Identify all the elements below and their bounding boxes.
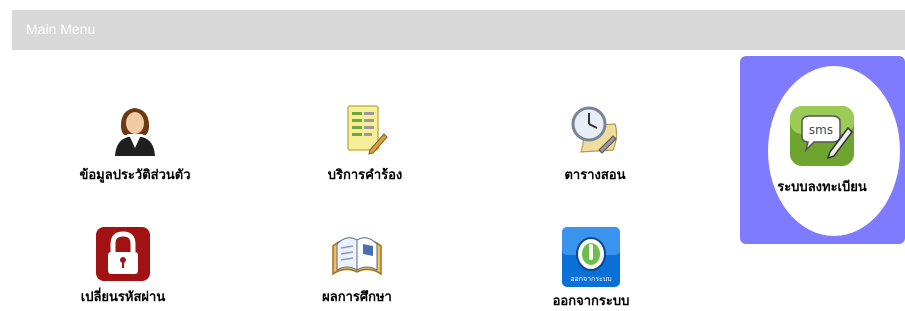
power-button-icon: ออกจากระบบ <box>562 227 620 287</box>
menu-item-password[interactable]: เปลี่ยนรหัสผ่าน <box>28 226 218 307</box>
menu-item-register-label: ระบบลงทะเบียน <box>777 180 867 195</box>
main-menu-header: Main Menu <box>12 10 905 50</box>
logout-icon-caption: ออกจากระบบ <box>570 275 611 283</box>
menu-item-password-label: เปลี่ยนรหัสผ่าน <box>80 290 166 305</box>
menu-item-profile-label: ข้อมูลประวัติส่วนตัว <box>79 168 191 183</box>
header-title: Main Menu <box>26 21 96 37</box>
clock-scroll-icon <box>571 106 618 154</box>
svg-text:sms: sms <box>809 123 833 137</box>
menu-item-profile[interactable]: ข้อมูลประวัติส่วนตัว <box>40 104 230 185</box>
lock-icon <box>96 227 150 281</box>
sms-icon: sms <box>790 106 854 166</box>
open-book-icon <box>332 237 382 276</box>
menu-item-grades[interactable]: ผลการศึกษา <box>262 226 452 307</box>
document-pencil-icon <box>347 105 388 155</box>
menu-item-request-label: บริการคำร้อง <box>327 168 403 183</box>
menu-item-schedule[interactable]: ตารางสอน <box>500 104 690 185</box>
menu-item-register[interactable]: sms ระบบลงทะเบียน <box>738 104 905 197</box>
menu-item-grades-label: ผลการศึกษา <box>322 290 392 305</box>
menu-item-request[interactable]: บริการคำร้อง <box>270 104 460 185</box>
menu-item-logout-label: ออกจากระบบ <box>552 294 630 309</box>
menu-item-schedule-label: ตารางสอน <box>564 168 626 183</box>
person-icon <box>115 108 155 156</box>
menu-item-logout[interactable]: ออกจากระบบ ออกจากระบบ <box>496 226 686 311</box>
